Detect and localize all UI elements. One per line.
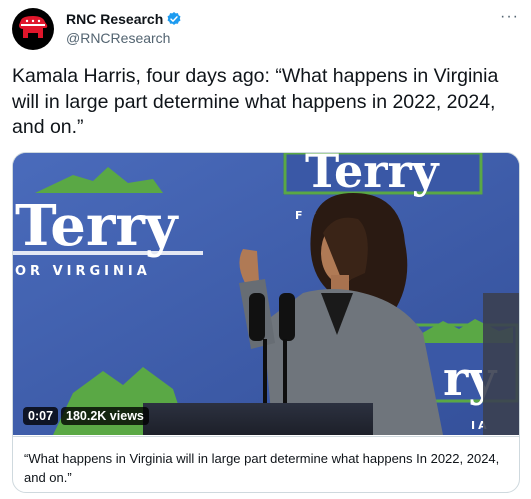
sign-for-virginia-left: OR VIRGINIA <box>15 264 151 279</box>
account-name[interactable]: RNC Research <box>66 11 163 27</box>
account-handle[interactable]: @RNCResearch <box>66 30 170 46</box>
more-options-icon[interactable]: ··· <box>500 9 519 25</box>
video-badges: 0:07 180.2K views <box>23 407 149 425</box>
podium <box>143 403 373 435</box>
tweet-text: Kamala Harris, four days ago: “What happ… <box>12 65 499 138</box>
sign-terry-top: Terry <box>305 153 440 198</box>
tweet-header: RNC Research @RNCResearch ··· <box>12 8 519 50</box>
video-player[interactable]: Terry OR VIRGINIA Terry F GINIA ry IA <box>13 153 519 435</box>
video-frame: Terry OR VIRGINIA Terry F GINIA ry IA <box>13 153 519 435</box>
verified-badge-icon <box>167 12 181 25</box>
media-card[interactable]: Terry OR VIRGINIA Terry F GINIA ry IA <box>12 152 520 493</box>
account-avatar[interactable] <box>12 8 54 50</box>
name-row: RNC Research <box>66 11 182 27</box>
video-views: 180.2K views <box>61 407 149 425</box>
media-caption: “What happens in Virginia will in large … <box>24 451 500 485</box>
sign-terry-left: Terry <box>15 193 179 259</box>
video-timestamp: 0:07 <box>23 407 59 425</box>
media-caption-area[interactable]: “What happens in Virginia will in large … <box>13 436 519 492</box>
republican-elephant-icon <box>19 16 48 38</box>
